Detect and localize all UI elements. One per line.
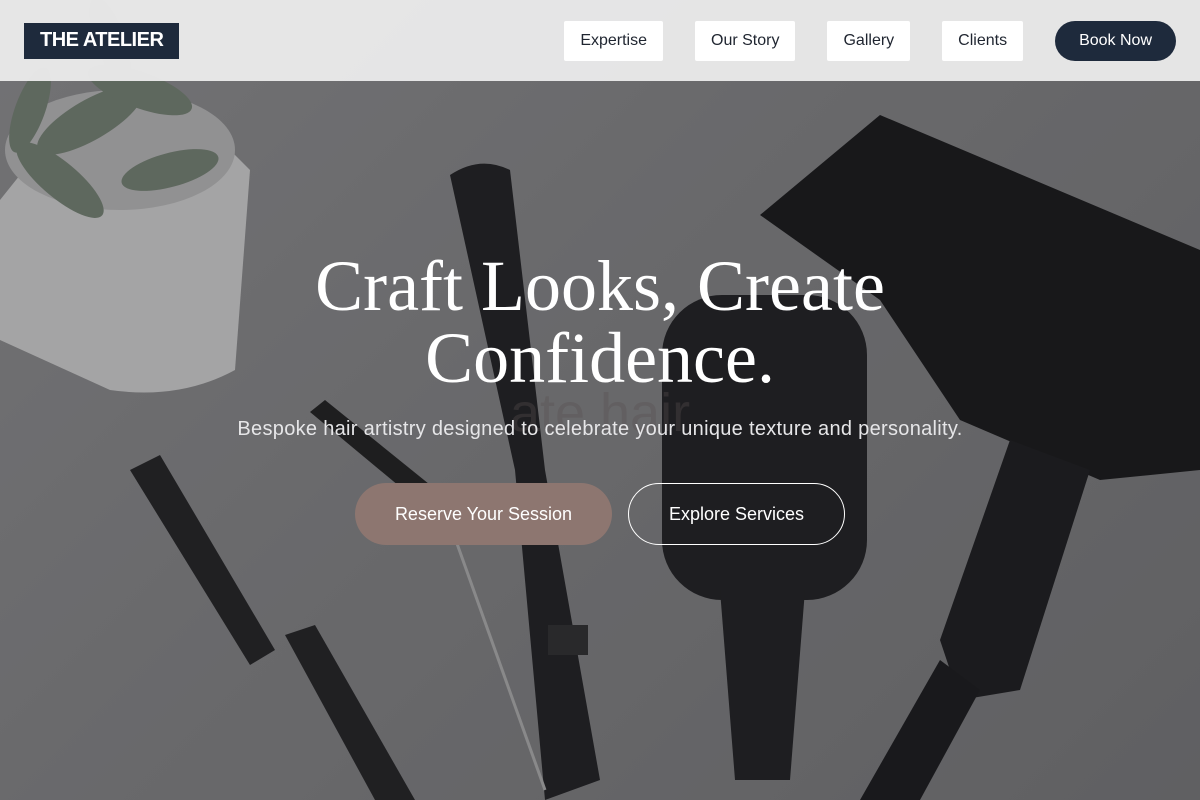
nav-link-our-story[interactable]: Our Story (695, 20, 796, 61)
book-now-button[interactable]: Book Now (1055, 20, 1176, 61)
reserve-session-button[interactable]: Reserve Your Session (355, 483, 612, 545)
main-nav: Expertise Our Story Gallery Clients Book… (564, 20, 1176, 61)
hero-headline: Craft Looks, Create Confidence. (315, 246, 885, 398)
site-logo[interactable]: THE ATELIER (24, 22, 180, 59)
nav-link-clients[interactable]: Clients (942, 20, 1024, 61)
top-navbar: THE ATELIER Expertise Our Story Gallery … (0, 0, 1200, 81)
nav-link-expertise[interactable]: Expertise (564, 20, 664, 61)
nav-link-gallery[interactable]: Gallery (827, 20, 911, 61)
explore-services-button[interactable]: Explore Services (628, 483, 845, 545)
hero-content: Craft Looks, Create Confidence. Bespoke … (0, 250, 1200, 545)
hero-subtext: Bespoke hair artistry designed to celebr… (237, 418, 963, 440)
cta-row: Reserve Your Session Explore Services (355, 483, 845, 545)
